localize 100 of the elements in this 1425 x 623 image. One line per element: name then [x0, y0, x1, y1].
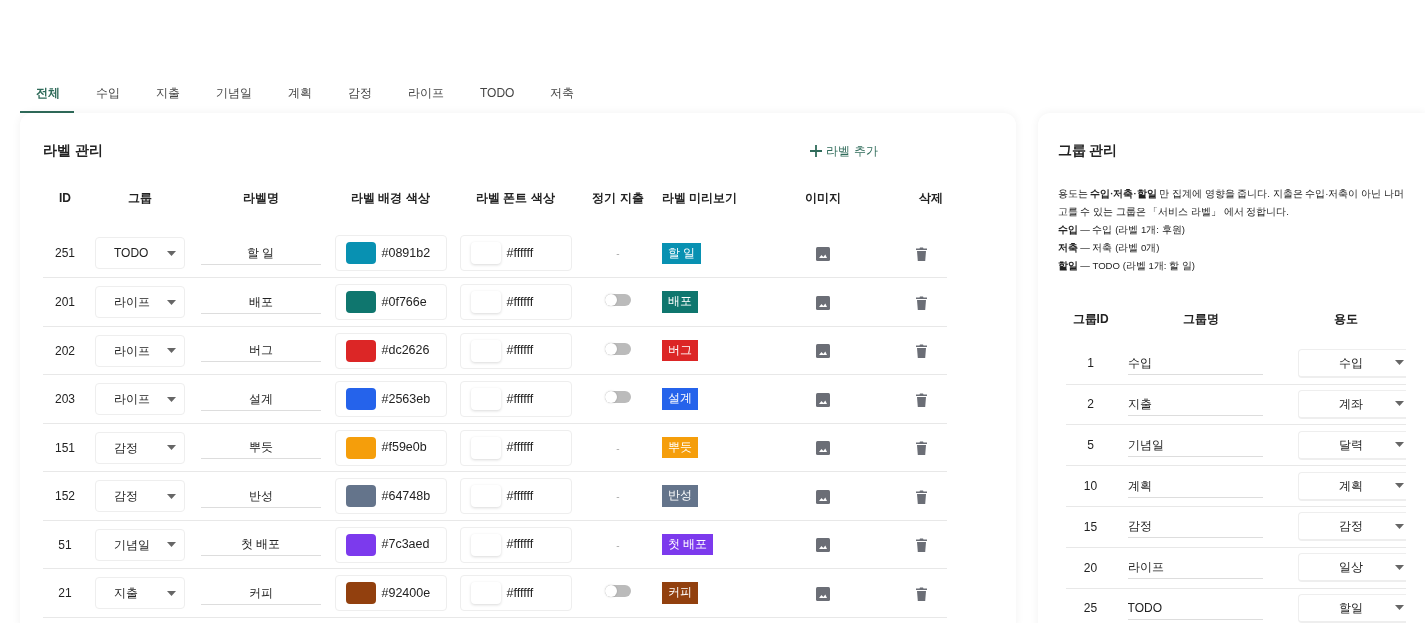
group-name-field[interactable]: 감정 [1127, 515, 1263, 539]
column-header: 정기 지출 [591, 190, 645, 208]
toggle-switch[interactable] [605, 294, 631, 306]
usage-select[interactable]: 감정 [1297, 512, 1406, 542]
trash-icon[interactable] [916, 441, 927, 456]
label-name-field[interactable]: 배포 [200, 290, 321, 314]
group-select[interactable]: 라이프 [95, 383, 185, 415]
image-icon[interactable] [816, 247, 830, 262]
tab[interactable]: 감정 [332, 78, 386, 113]
color-field[interactable]: #7c3aed [334, 526, 447, 563]
group-select[interactable]: 라이프 [95, 286, 185, 318]
hex-value: #7c3aed [381, 536, 430, 554]
trash-icon[interactable] [916, 392, 927, 407]
font-color-field[interactable]: #ffffff [459, 526, 572, 563]
label-name-field[interactable]: 뿌듯 [200, 436, 321, 459]
caret-icon [1394, 523, 1404, 529]
color-field[interactable]: #64748b [334, 478, 447, 514]
group-select[interactable]: TODO [95, 237, 185, 270]
image-icon[interactable] [816, 586, 830, 601]
label-preview: 뿌듯 [662, 436, 698, 459]
label-name-field[interactable]: 반성 [200, 484, 321, 508]
image-icon[interactable] [816, 538, 830, 553]
panel-title: 라벨 관리 [43, 142, 103, 160]
group-select[interactable]: 지출 [95, 577, 185, 609]
font-color-field[interactable]: #ffffff [459, 429, 572, 466]
group-name-field[interactable]: 기념일 [1127, 433, 1263, 457]
caret-icon [167, 590, 176, 596]
column-header: ID [58, 190, 72, 208]
usage-select[interactable]: 계획 [1297, 471, 1406, 501]
tab[interactable]: 수입 [80, 78, 134, 113]
id-text: 5 [1087, 438, 1094, 453]
group-select[interactable]: 감정 [95, 480, 185, 512]
usage-select[interactable]: 달력 [1297, 430, 1406, 460]
toggle-switch[interactable] [605, 585, 631, 597]
group-name-field[interactable]: 계획 [1127, 474, 1263, 498]
color-field[interactable]: #dc2626 [334, 332, 447, 369]
trash-icon[interactable] [916, 247, 927, 262]
image-icon[interactable] [816, 441, 830, 456]
group-select[interactable]: 기념일 [95, 528, 185, 561]
label-name-field[interactable]: 커피 [200, 581, 321, 605]
id-text: 201 [55, 295, 75, 309]
trash-icon[interactable] [916, 489, 927, 504]
color-field[interactable]: #0f766e [334, 284, 447, 320]
group-name-field[interactable]: 지출 [1127, 392, 1263, 416]
column-header: 라벨 배경 색상 [350, 190, 431, 208]
trash-icon[interactable] [916, 344, 927, 359]
usage-select[interactable]: 일상 [1297, 553, 1406, 583]
label-preview: 설계 [662, 388, 698, 410]
color-field[interactable]: #f59e0b [334, 429, 447, 466]
trash-icon[interactable] [916, 586, 927, 601]
trash-icon[interactable] [916, 538, 927, 553]
hex-value: #0891b2 [381, 244, 431, 262]
image-icon[interactable] [816, 392, 830, 407]
label-name-field[interactable]: 버그 [200, 339, 321, 362]
color-field[interactable]: #92400e [334, 575, 447, 611]
font-color-field[interactable]: #ffffff [459, 381, 572, 417]
column-header: 용도 [1332, 311, 1359, 329]
caret-icon [167, 493, 176, 499]
tab[interactable]: 기념일 [200, 78, 266, 113]
label-name-field[interactable]: 설계 [200, 387, 321, 411]
column-header: 삭제 [918, 190, 944, 208]
tab[interactable]: 라이프 [392, 78, 458, 113]
id-text: 15 [1083, 519, 1098, 534]
group-select[interactable]: 라이프 [95, 334, 185, 367]
color-field[interactable]: #2563eb [334, 381, 447, 417]
id-text: 203 [55, 392, 75, 406]
usage-select[interactable]: 할일 [1297, 593, 1406, 623]
trash-icon[interactable] [916, 295, 927, 310]
toggle-switch[interactable] [605, 391, 631, 403]
group-select[interactable]: 감정 [95, 431, 185, 464]
usage-select[interactable]: 수입 [1297, 348, 1406, 378]
image-icon[interactable] [816, 489, 830, 504]
id-text: 152 [55, 489, 75, 503]
image-icon[interactable] [816, 344, 830, 359]
label-name-field[interactable]: 할 일 [200, 241, 321, 265]
group-name-field[interactable]: 라이프 [1127, 556, 1263, 580]
font-color-field[interactable]: #ffffff [459, 575, 572, 611]
label-preview: 버그 [662, 339, 698, 362]
group-name-field[interactable]: TODO [1127, 596, 1263, 620]
add-label-button[interactable]: 라벨 추가 [810, 142, 878, 161]
image-icon[interactable] [816, 295, 830, 310]
font-color-field[interactable]: #ffffff [459, 478, 572, 514]
color-field[interactable]: #0891b2 [334, 235, 447, 272]
hex-value: #ffffff [506, 536, 534, 554]
font-color-field[interactable]: #ffffff [459, 235, 572, 272]
id-text: 251 [55, 246, 75, 261]
toggle-switch[interactable] [605, 342, 631, 355]
font-color-field[interactable]: #ffffff [459, 284, 572, 320]
column-header: 라벨 폰트 색상 [475, 190, 556, 208]
label-name-field[interactable]: 첫 배포 [200, 533, 321, 556]
tab[interactable]: 지출 [140, 78, 194, 113]
tab[interactable]: TODO [464, 78, 529, 113]
tab[interactable]: 계획 [272, 78, 326, 113]
group-name-field[interactable]: 수입 [1127, 351, 1263, 375]
caret-icon [167, 299, 176, 305]
usage-select[interactable]: 계좌 [1297, 389, 1406, 419]
font-color-field[interactable]: #ffffff [459, 332, 572, 369]
tab[interactable]: 저축 [534, 78, 589, 113]
id-text: 1 [1087, 356, 1094, 371]
hex-value: #2563eb [381, 390, 431, 408]
